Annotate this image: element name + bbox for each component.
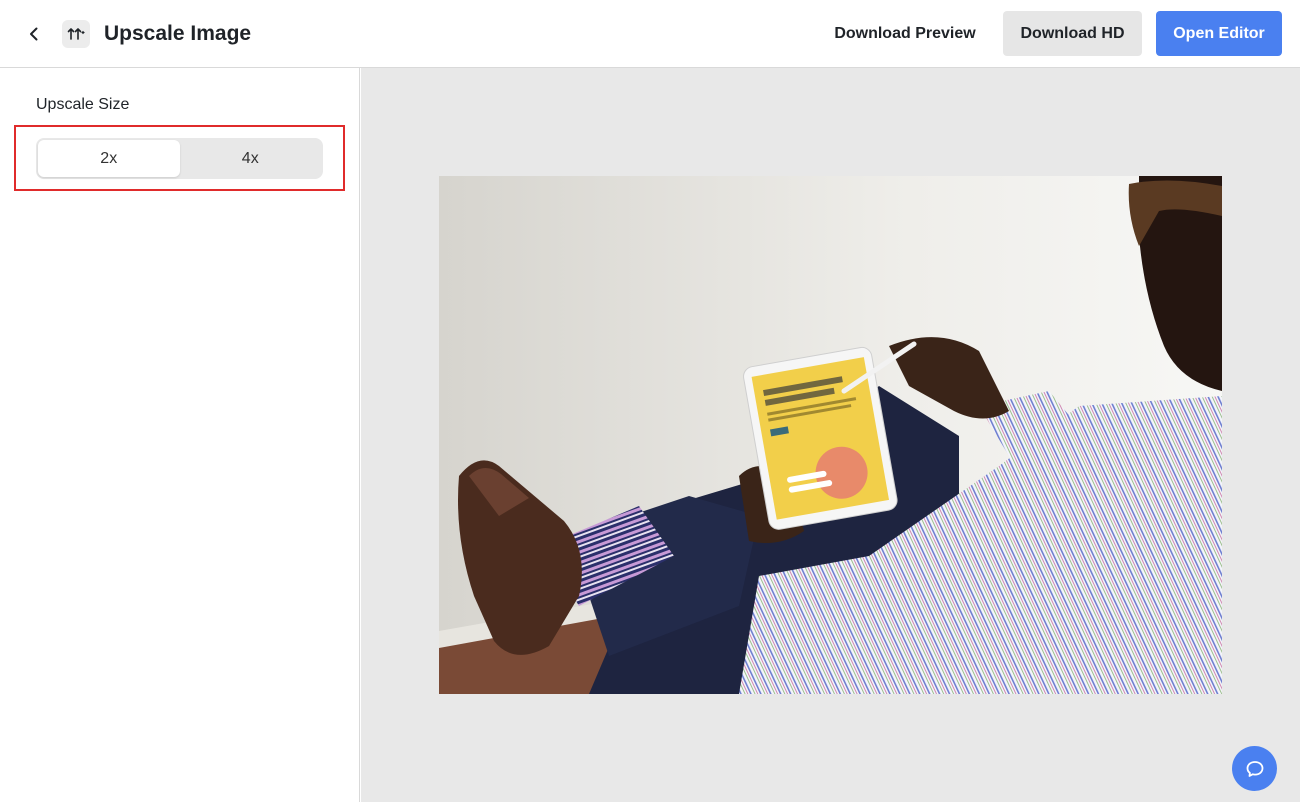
upscale-icon xyxy=(62,20,90,48)
chevron-left-icon xyxy=(30,27,38,41)
option-2x[interactable]: 2x xyxy=(38,140,180,177)
download-hd-button[interactable]: Download HD xyxy=(1003,11,1142,56)
download-preview-button[interactable]: Download Preview xyxy=(820,11,990,56)
top-bar: Upscale Image Download Preview Download … xyxy=(0,0,1300,68)
person-using-tablet-photo xyxy=(439,176,1222,694)
app-window: Upscale Image Download Preview Download … xyxy=(0,0,1300,802)
preview-image xyxy=(439,176,1222,694)
upscale-size-label: Upscale Size xyxy=(36,96,130,113)
back-button[interactable] xyxy=(20,20,48,48)
open-editor-button[interactable]: Open Editor xyxy=(1156,11,1282,56)
page-title: Upscale Image xyxy=(104,22,252,45)
preview-canvas xyxy=(361,68,1300,802)
chat-bubble-icon xyxy=(1246,760,1263,777)
upscale-size-selector: 2x 4x xyxy=(36,138,323,179)
option-4x[interactable]: 4x xyxy=(180,140,322,177)
chat-button[interactable] xyxy=(1232,746,1277,791)
settings-sidebar: Upscale Size 2x 4x xyxy=(0,68,360,802)
